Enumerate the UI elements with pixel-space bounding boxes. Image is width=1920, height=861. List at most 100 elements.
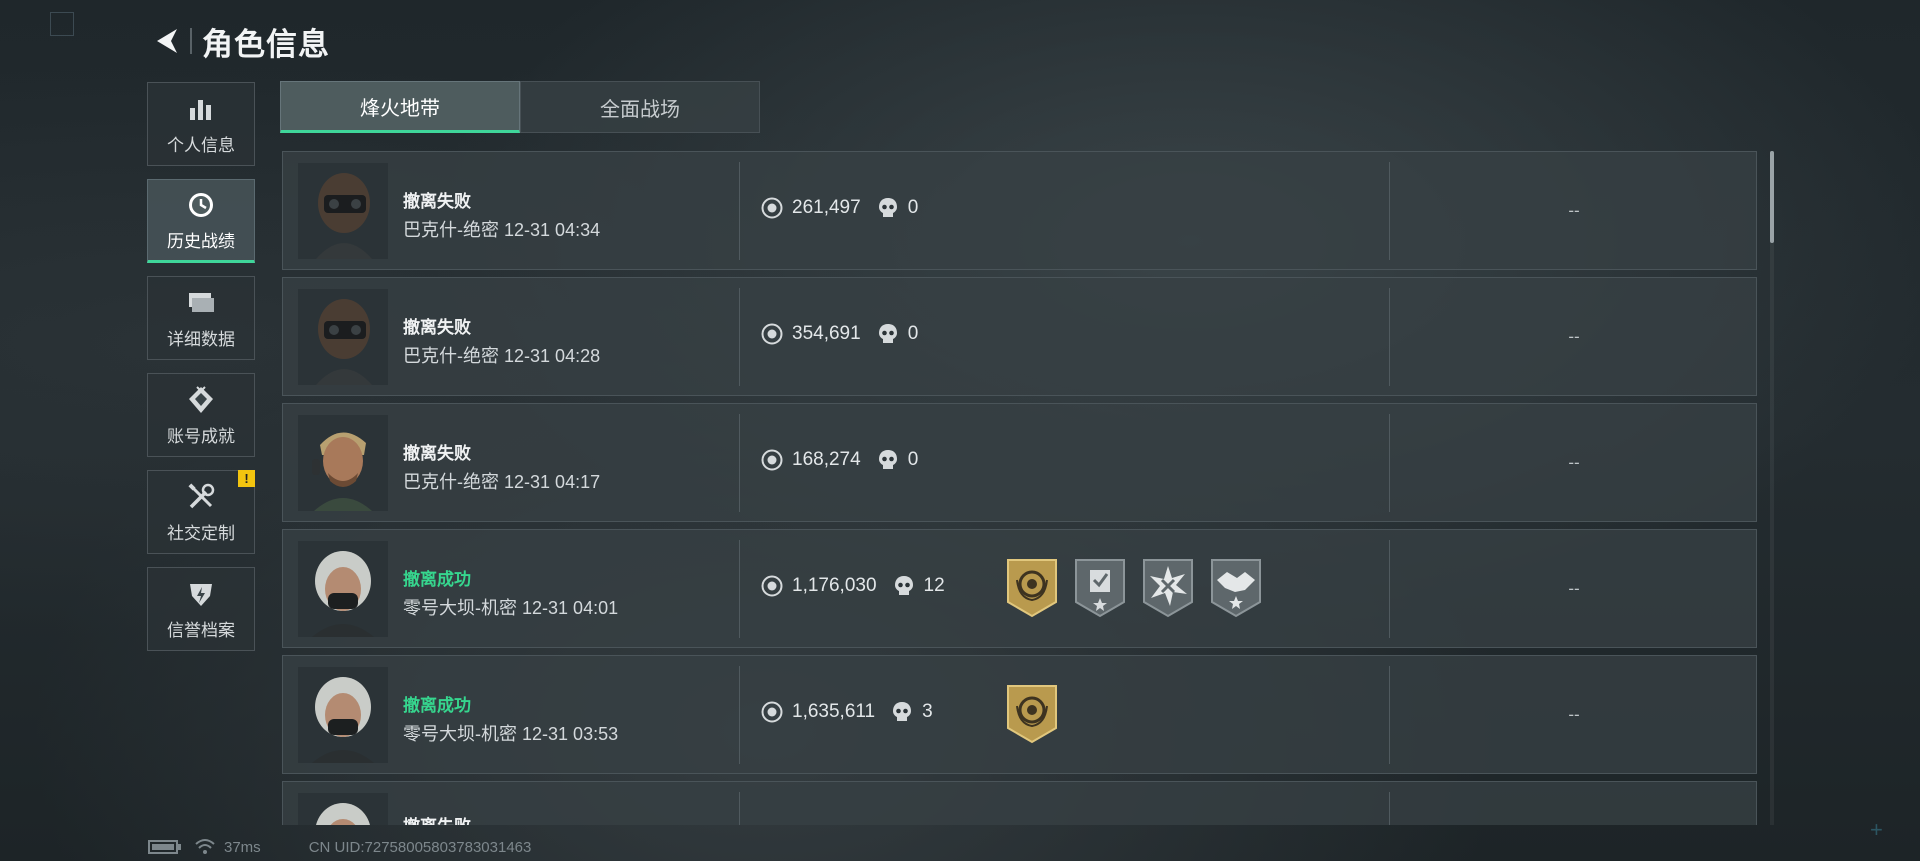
match-row[interactable]: 撤离成功 零号大坝-机密 12-31 04:01 1,176,030 12 -- (282, 529, 1757, 648)
match-kills: 3 (922, 701, 933, 722)
match-time: 12-31 04:34 (504, 220, 601, 240)
column-divider (1389, 792, 1390, 825)
match-value: 168,274 (792, 449, 861, 470)
scrollbar-thumb[interactable] (1770, 151, 1774, 243)
match-map-time: 巴克什-绝密 12-31 04:28 (403, 342, 600, 368)
uid-text: CN UID:72758005803783031463 (308, 838, 532, 856)
page-header: 角色信息 (148, 18, 330, 64)
match-time: 12-31 04:28 (504, 346, 601, 366)
back-arrow-icon[interactable] (148, 22, 186, 60)
match-map: 零号大坝-机密 (403, 724, 517, 744)
silver-document-medal-icon[interactable] (1073, 558, 1127, 618)
sidebar-item-detailed-data[interactable]: 详细数据 (147, 276, 255, 360)
match-extra: -- (1568, 452, 1580, 472)
skull-icon (893, 575, 915, 597)
sidebar-item-label: 历史战绩 (167, 231, 235, 251)
match-value: 354,691 (792, 323, 861, 344)
white-hair-operator-icon (298, 541, 388, 637)
wifi-icon (194, 838, 216, 856)
skull-icon (891, 701, 913, 723)
match-map-time: 巴克什-绝密 12-31 04:17 (403, 468, 600, 494)
match-stats: 354,691 0 (761, 323, 918, 345)
gold-wreath-medal-icon[interactable] (1005, 558, 1059, 618)
match-result: 撤离失败 (403, 812, 471, 825)
medal-list (1005, 558, 1277, 618)
column-divider (739, 414, 740, 512)
white-hair-operator-icon (298, 667, 388, 763)
silver-handshake-medal-icon[interactable] (1209, 558, 1263, 618)
sidebar-item-match-history[interactable]: 历史战绩 (147, 179, 255, 263)
achievement-icon (185, 384, 217, 416)
match-time: 12-31 04:17 (504, 472, 601, 492)
match-result: 撤离成功 (403, 696, 471, 715)
blond-operator-icon (298, 415, 388, 511)
match-row[interactable]: 撤离成功 零号大坝-机密 12-31 03:53 1,635,611 3 -- (282, 655, 1757, 774)
skull-icon (877, 197, 899, 219)
bar-chart-icon (185, 93, 217, 125)
header-divider (190, 28, 192, 54)
column-divider (739, 792, 740, 825)
sidebar-item-credit-record[interactable]: 信誉档案 (147, 567, 255, 651)
silver-burst-medal-icon[interactable] (1141, 558, 1195, 618)
coin-icon (761, 701, 783, 723)
match-stats: 1,635,611 3 (761, 701, 933, 723)
tab-hazard-zone[interactable]: 烽火地带 (280, 81, 520, 133)
match-row[interactable]: 撤离失败 (282, 781, 1757, 825)
clock-icon (185, 189, 217, 221)
match-value: 1,635,611 (792, 701, 876, 722)
match-result: 撤离失败 (403, 192, 471, 211)
match-row[interactable]: 撤离失败 巴克什-绝密 12-31 04:28 354,691 0 -- (282, 277, 1757, 396)
match-extra: -- (1568, 326, 1580, 346)
white-hair-operator-icon (298, 793, 388, 825)
match-map-time: 巴克什-绝密 12-31 04:34 (403, 216, 600, 242)
sidebar-item-label: 个人信息 (167, 135, 235, 155)
match-row[interactable]: 撤离失败 巴克什-绝密 12-31 04:17 168,274 0 -- (282, 403, 1757, 522)
match-map: 巴克什-绝密 (403, 346, 499, 366)
match-kills: 0 (907, 323, 919, 344)
scroll-track[interactable] (1770, 151, 1774, 825)
match-history-list: 撤离失败 巴克什-绝密 12-31 04:34 261,497 0 -- 撤离失… (282, 151, 1759, 825)
corner-plus-icon: + (1870, 817, 1883, 842)
sidebar-item-achievements[interactable]: 账号成就 (147, 373, 255, 457)
match-map: 巴克什-绝密 (403, 220, 499, 240)
sidebar-item-social-custom[interactable]: ! 社交定制 (147, 470, 255, 554)
match-stats: 1,176,030 12 (761, 575, 945, 597)
sidebar-item-label: 社交定制 (167, 523, 235, 543)
match-time: 12-31 04:01 (522, 598, 619, 618)
match-extra: -- (1568, 578, 1580, 598)
match-time: 12-31 03:53 (522, 724, 619, 744)
shield-icon (185, 578, 217, 610)
corner-frame-icon (50, 12, 74, 36)
folder-stack-icon (185, 287, 217, 319)
sidebar: 个人信息 历史战绩 详细数据 账号成就 ! 社交定制 信誉档案 (147, 82, 257, 664)
match-extra: -- (1568, 200, 1580, 220)
column-divider (739, 666, 740, 764)
match-value: 261,497 (792, 197, 861, 218)
match-kills: 0 (907, 449, 919, 470)
match-extra: -- (1568, 704, 1580, 724)
sidebar-item-label: 信誉档案 (167, 620, 235, 640)
match-map-time: 零号大坝-机密 12-31 04:01 (403, 594, 618, 620)
match-result: 撤离失败 (403, 444, 471, 463)
alert-badge: ! (238, 470, 255, 487)
sidebar-item-label: 账号成就 (167, 426, 235, 446)
column-divider (739, 162, 740, 260)
match-kills: 12 (923, 575, 945, 596)
masked-operator-icon (298, 289, 388, 385)
skull-icon (877, 323, 899, 345)
tools-icon (185, 481, 217, 513)
masked-operator-icon (298, 163, 388, 259)
sidebar-item-personal-info[interactable]: 个人信息 (147, 82, 255, 166)
coin-icon (761, 323, 783, 345)
ping-text: 37ms (224, 838, 261, 856)
sidebar-item-label: 详细数据 (167, 329, 235, 349)
tab-all-out-war[interactable]: 全面战场 (520, 81, 760, 133)
status-footer: 37ms CN UID:72758005803783031463 (148, 838, 531, 856)
coin-icon (761, 575, 783, 597)
match-row[interactable]: 撤离失败 巴克什-绝密 12-31 04:34 261,497 0 -- (282, 151, 1757, 270)
match-map: 零号大坝-机密 (403, 598, 517, 618)
match-result: 撤离成功 (403, 570, 471, 589)
battery-icon (148, 839, 182, 855)
medal-list (1005, 684, 1073, 744)
gold-wreath-medal-icon[interactable] (1005, 684, 1059, 744)
